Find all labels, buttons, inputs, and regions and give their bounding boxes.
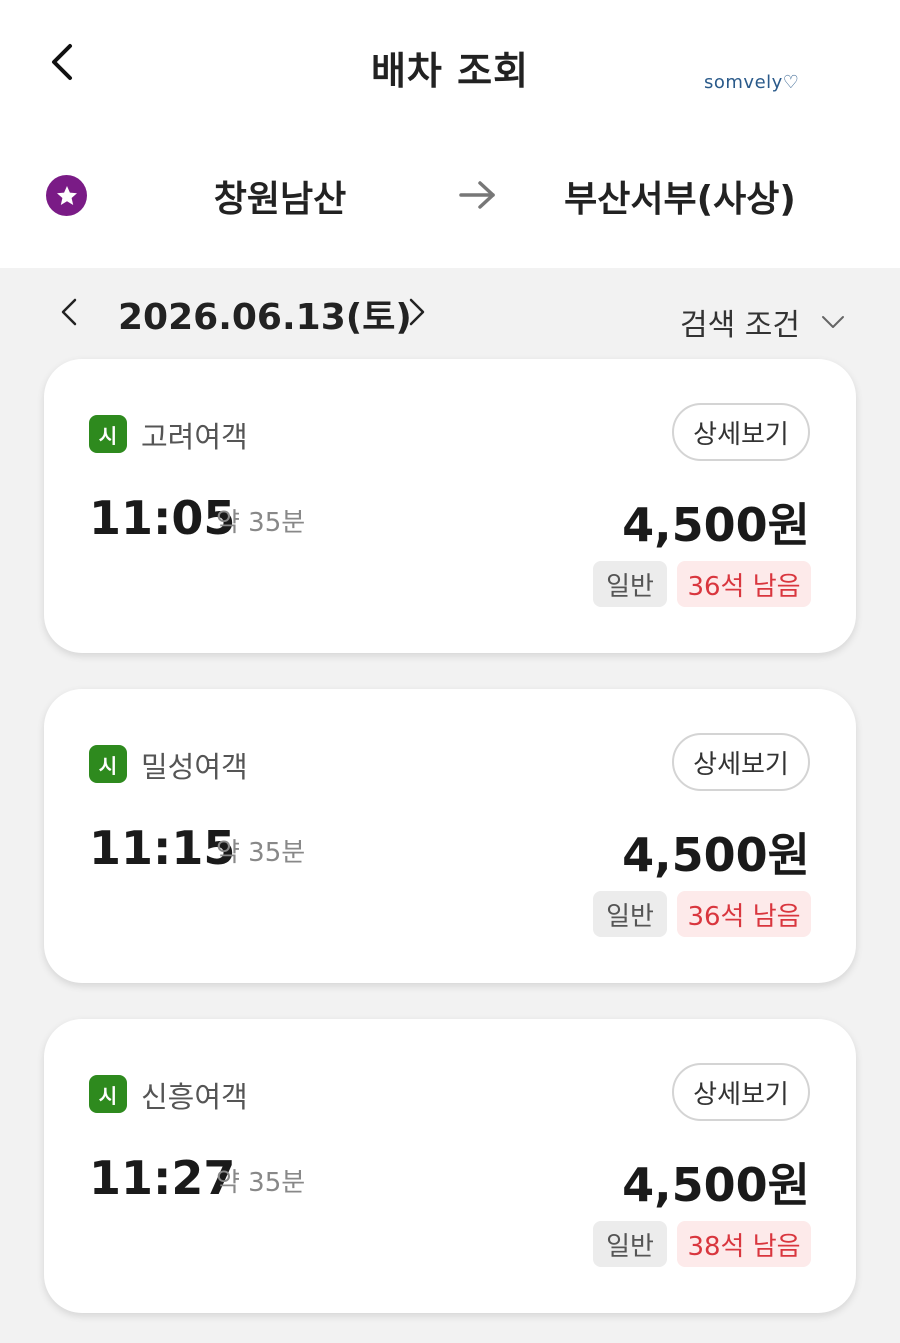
departure-time: 11:27 <box>89 1151 236 1205</box>
fare-price: 4,500원 <box>622 1158 810 1212</box>
star-icon <box>56 185 77 205</box>
view-details-button[interactable]: 상세보기 <box>672 403 810 461</box>
schedule-card[interactable]: 시 밀성여객 상세보기 11:15 약 35분 4,500원 일반 36석 남음 <box>44 689 856 983</box>
bus-company: 신흥여객 <box>141 1080 248 1114</box>
view-details-button[interactable]: 상세보기 <box>672 1063 810 1121</box>
trip-duration: 약 35분 <box>216 1168 306 1198</box>
seat-class-badge: 일반 <box>593 561 667 607</box>
seats-remaining-badge: 36석 남음 <box>677 561 811 607</box>
route-destination[interactable]: 부산서부(사상) <box>540 170 820 222</box>
watermark-text: somvely♡ <box>704 72 800 93</box>
chevron-right-icon <box>409 298 425 326</box>
view-details-button[interactable]: 상세보기 <box>672 733 810 791</box>
fare-price: 4,500원 <box>622 498 810 552</box>
selected-date: 2026.06.13(토) <box>118 297 412 338</box>
schedule-card[interactable]: 시 고려여객 상세보기 11:05 약 35분 4,500원 일반 36석 남음 <box>44 359 856 653</box>
previous-date-button[interactable] <box>52 292 86 332</box>
chevron-down-icon <box>821 316 844 328</box>
schedule-card[interactable]: 시 신흥여객 상세보기 11:27 약 35분 4,500원 일반 38석 남음 <box>44 1019 856 1313</box>
departure-time: 11:15 <box>89 821 236 875</box>
search-condition-label: 검색 조건 <box>680 308 800 343</box>
seats-remaining-badge: 38석 남음 <box>677 1221 811 1267</box>
city-bus-badge: 시 <box>89 1075 127 1113</box>
arrow-right-icon <box>459 181 495 209</box>
favorite-route-button[interactable] <box>46 175 87 216</box>
trip-duration: 약 35분 <box>216 508 306 538</box>
seat-class-badge: 일반 <box>593 891 667 937</box>
seats-remaining-badge: 36석 남음 <box>677 891 811 937</box>
city-bus-badge: 시 <box>89 745 127 783</box>
fare-price: 4,500원 <box>622 828 810 882</box>
city-bus-badge: 시 <box>89 415 127 453</box>
chevron-left-icon <box>61 298 77 326</box>
search-condition-toggle[interactable]: 검색 조건 <box>680 302 846 343</box>
bus-company: 고려여객 <box>141 420 248 454</box>
bus-company: 밀성여객 <box>141 750 248 784</box>
trip-duration: 약 35분 <box>216 838 306 868</box>
header-area: 배차 조회 somvely♡ 창원남산 부산서부(사상) <box>0 0 900 268</box>
departure-time: 11:05 <box>89 491 236 545</box>
route-origin[interactable]: 창원남산 <box>170 170 390 222</box>
seat-class-badge: 일반 <box>593 1221 667 1267</box>
next-date-button[interactable] <box>400 292 434 332</box>
